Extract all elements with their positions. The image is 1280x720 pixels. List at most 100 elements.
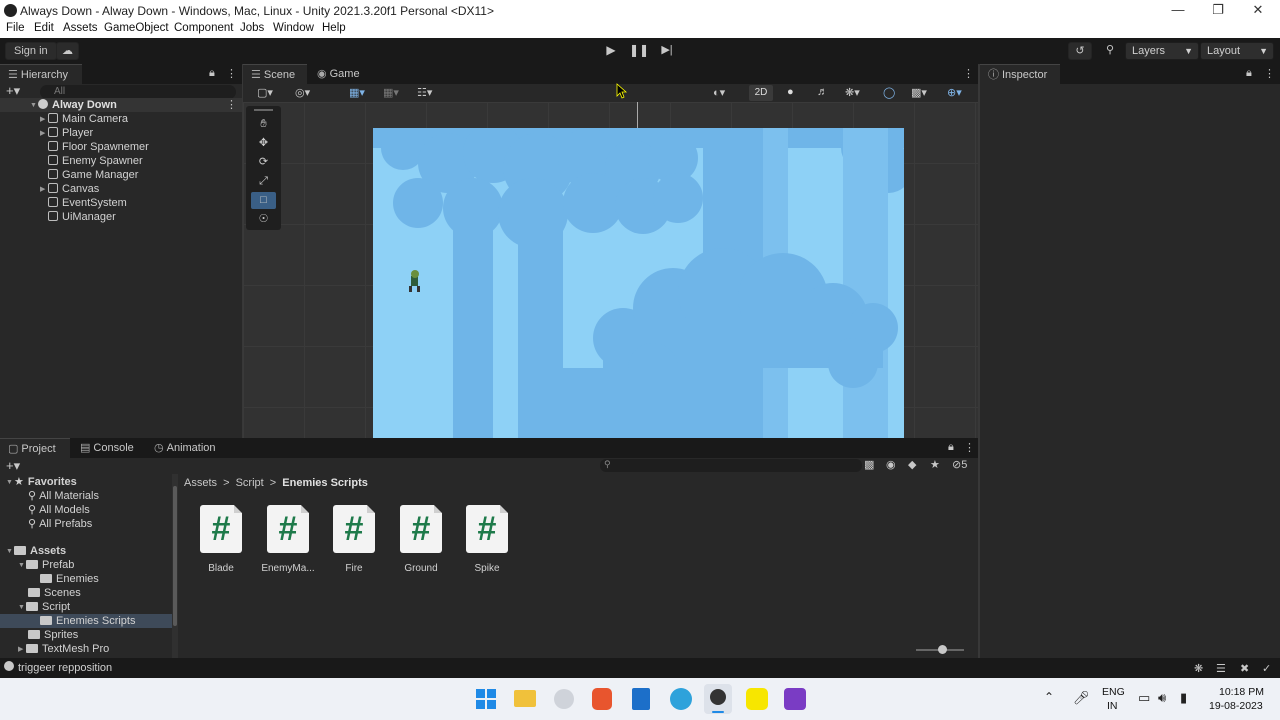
folder-enemies[interactable]: Enemies: [40, 572, 99, 586]
breadcrumb-assets[interactable]: Assets: [184, 477, 217, 489]
script-asset[interactable]: # EnemyMa...: [258, 505, 318, 574]
list-item[interactable]: Floor Spawnemer: [48, 140, 149, 154]
move-tool-icon[interactable]: ✥: [251, 135, 276, 152]
pause-button[interactable]: ❚❚: [626, 42, 652, 60]
effects-icon[interactable]: ❋▾: [845, 86, 860, 99]
add-icon[interactable]: +▾: [6, 83, 20, 99]
folder-textmesh-pro[interactable]: ▶ TextMesh Pro: [18, 642, 109, 656]
hidden-packages-icon[interactable]: ⊘5: [952, 458, 967, 471]
lock-icon[interactable]: 🔒︎: [948, 441, 954, 454]
history-icon[interactable]: ↺: [1068, 42, 1092, 60]
telegram-icon[interactable]: [670, 688, 692, 710]
search-by-label-icon[interactable]: ◉: [886, 458, 896, 471]
menu-edit[interactable]: Edit: [34, 22, 54, 34]
tree-scrollbar[interactable]: [172, 474, 178, 658]
script-asset[interactable]: # Spike: [457, 505, 517, 574]
breadcrumb-script[interactable]: Script: [236, 477, 264, 489]
menu-gameobject[interactable]: GameObject: [104, 22, 169, 34]
list-item[interactable]: ⚲ All Models: [28, 503, 90, 517]
close-button[interactable]: ✕: [1238, 2, 1278, 18]
camera-icon[interactable]: ▩▾: [911, 86, 927, 99]
favorites-header[interactable]: ▼★ Favorites: [6, 475, 77, 489]
scale-tool-icon[interactable]: ⤢: [251, 173, 276, 190]
list-item[interactable]: UiManager: [48, 210, 116, 224]
audio-icon[interactable]: ♬: [817, 86, 828, 98]
list-item[interactable]: ▶ Main Camera: [40, 112, 128, 126]
search-by-type-icon[interactable]: ▩: [864, 458, 874, 471]
lighting-icon[interactable]: ●: [787, 86, 794, 98]
app-icon[interactable]: [554, 689, 574, 709]
more-icon[interactable]: ⋮: [1264, 67, 1275, 80]
transform-tool-icon[interactable]: ☉: [251, 211, 276, 228]
script-asset[interactable]: # Blade: [191, 505, 251, 574]
snap-icon[interactable]: ▦▾: [383, 86, 399, 99]
maximize-button[interactable]: ❐: [1198, 2, 1238, 18]
list-item[interactable]: ▶ Player: [40, 126, 93, 140]
list-item[interactable]: EventSystem: [48, 196, 127, 210]
folder-sprites[interactable]: Sprites: [28, 628, 78, 642]
menu-file[interactable]: File: [6, 22, 25, 34]
battery-icon[interactable]: ▮: [1180, 690, 1187, 706]
folder-prefab[interactable]: ▼ Prefab: [18, 558, 74, 572]
unity-taskbar-button[interactable]: [704, 684, 732, 714]
lock-icon[interactable]: 🔒︎: [1246, 67, 1252, 80]
snapchat-icon[interactable]: [746, 688, 768, 710]
gizmos-icon[interactable]: ⊕▾: [947, 86, 962, 99]
zoom-slider-thumb[interactable]: [938, 645, 947, 654]
tab-console[interactable]: ▤ Console: [72, 438, 142, 458]
add-icon[interactable]: +▾: [6, 458, 20, 474]
tab-inspector[interactable]: ⓘ Inspector: [980, 64, 1060, 84]
script-asset[interactable]: # Fire: [324, 505, 384, 574]
file-explorer-icon[interactable]: [514, 690, 536, 707]
lock-icon[interactable]: 🔒︎: [209, 67, 215, 80]
draw-mode-icon[interactable]: ▢▾: [257, 86, 273, 99]
tab-animation[interactable]: ◷ Animation: [146, 438, 224, 458]
region-indicator[interactable]: IN: [1107, 700, 1118, 712]
list-item[interactable]: ▶ Canvas: [40, 182, 99, 196]
folder-script[interactable]: ▼ Script: [18, 600, 70, 614]
status-message[interactable]: triggeer repposition: [18, 662, 112, 674]
windows-start-icon[interactable]: [476, 689, 496, 709]
hierarchy-search-input[interactable]: All: [40, 85, 236, 99]
list-item[interactable]: Game Manager: [48, 168, 138, 182]
tree-scrollbar-thumb[interactable]: [173, 486, 177, 626]
menu-assets[interactable]: Assets: [63, 22, 98, 34]
more-icon[interactable]: ⋮: [964, 441, 975, 454]
tab-hierarchy[interactable]: ☰ Hierarchy: [0, 64, 82, 84]
language-indicator[interactable]: ENG: [1102, 686, 1125, 698]
step-button[interactable]: ▶|: [654, 42, 680, 60]
more-icon[interactable]: ⋮: [963, 67, 974, 80]
scene-row[interactable]: ▼ Alway Down ⋮: [0, 98, 242, 112]
folder-enemies-scripts[interactable]: Enemies Scripts: [0, 614, 172, 628]
cloud-icon[interactable]: ☁: [56, 42, 79, 60]
menu-window[interactable]: Window: [273, 22, 314, 34]
grid-snap-icon[interactable]: ▦▾: [349, 86, 365, 99]
notepad-icon[interactable]: [632, 688, 650, 710]
tab-game[interactable]: ◉ Game: [309, 64, 368, 84]
list-item[interactable]: ⚲ All Prefabs: [28, 517, 92, 531]
menu-jobs[interactable]: Jobs: [240, 22, 264, 34]
layout-dropdown[interactable]: Layout ▼: [1200, 42, 1274, 60]
rotate-tool-icon[interactable]: ⟳: [251, 154, 276, 171]
display-icon[interactable]: ▭: [1138, 690, 1150, 706]
tab-project[interactable]: ▢ Project: [0, 438, 70, 458]
list-item[interactable]: Enemy Spawner: [48, 154, 143, 168]
project-search-input[interactable]: ⚲: [600, 459, 862, 472]
more-icon[interactable]: ⋮: [226, 98, 237, 111]
hidden-objects-icon[interactable]: ◯: [883, 86, 895, 99]
globe-icon[interactable]: ◎▾: [295, 86, 310, 99]
game-camera-view[interactable]: [373, 128, 904, 438]
sign-in-button[interactable]: Sign in: [5, 42, 57, 60]
menu-component[interactable]: Component: [174, 22, 233, 34]
drag-handle-icon[interactable]: [254, 109, 273, 111]
debug-icon[interactable]: ❋: [1194, 662, 1203, 675]
hand-tool-icon[interactable]: ✋︎: [251, 116, 276, 133]
volume-icon[interactable]: 🔊︎: [1158, 690, 1166, 706]
layers-dropdown[interactable]: Layers ▼: [1125, 42, 1199, 60]
clock-time[interactable]: 10:18 PM: [1219, 686, 1264, 698]
breadcrumb-enemies-scripts[interactable]: Enemies Scripts: [282, 477, 368, 489]
tag-icon[interactable]: ◆: [908, 458, 916, 471]
increment-snap-icon[interactable]: ☷▾: [417, 86, 432, 99]
brave-browser-icon[interactable]: [592, 688, 612, 710]
assets-header[interactable]: ▼ Assets: [6, 544, 66, 558]
